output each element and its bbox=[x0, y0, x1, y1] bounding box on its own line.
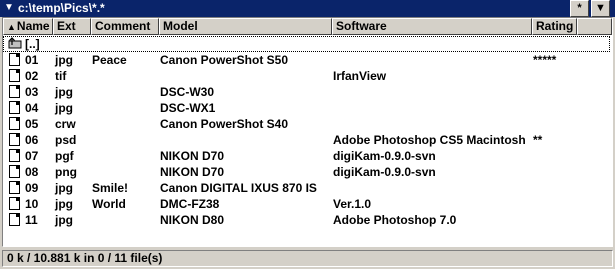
file-model: NIKON D70 bbox=[160, 165, 225, 179]
file-row[interactable]: 08 png NIKON D70 digiKam-0.9.0-svn bbox=[3, 164, 610, 180]
favorites-button[interactable]: * bbox=[570, 0, 589, 17]
file-row[interactable]: 11 jpg NIKON D80 Adobe Photoshop 7.0 bbox=[3, 212, 610, 228]
file-model: DSC-W30 bbox=[160, 85, 215, 99]
history-dropdown-button[interactable]: ▼ bbox=[591, 0, 610, 17]
file-row[interactable]: 03 jpg DSC-W30 bbox=[3, 84, 610, 100]
file-software: Adobe Photoshop 7.0 bbox=[333, 213, 457, 227]
file-row[interactable]: 10 jpg World DMC-FZ38 Ver.1.0 bbox=[3, 196, 610, 212]
file-ext: crw bbox=[55, 117, 76, 131]
column-header: ▲Name Ext Comment Model Software Rating bbox=[3, 18, 612, 35]
file-row[interactable]: 07 pgf NIKON D70 digiKam-0.9.0-svn bbox=[3, 148, 610, 164]
file-row[interactable]: 05 crw Canon PowerShot S40 bbox=[3, 116, 610, 132]
file-ext: jpg bbox=[55, 197, 73, 211]
file-icon bbox=[9, 69, 20, 82]
file-software: Adobe Photoshop CS5 Macintosh bbox=[333, 133, 526, 147]
file-row[interactable]: 06 psd Adobe Photoshop CS5 Macintosh ** bbox=[3, 132, 610, 148]
column-header-filler bbox=[577, 18, 612, 35]
file-row[interactable]: 02 tif IrfanView bbox=[3, 68, 610, 84]
file-name: 06 bbox=[25, 133, 39, 147]
file-icon bbox=[9, 165, 20, 178]
sort-up-arrow-icon: ▲ bbox=[7, 22, 16, 32]
column-header-model[interactable]: Model bbox=[159, 18, 332, 35]
file-software: digiKam-0.9.0-svn bbox=[333, 165, 436, 179]
file-name: 07 bbox=[25, 149, 39, 163]
file-rating: ** bbox=[533, 133, 543, 147]
path-titlebar: ▼ c:\temp\Pics\*.* * ▼ bbox=[0, 0, 615, 17]
file-model: NIKON D80 bbox=[160, 213, 225, 227]
file-software: Ver.1.0 bbox=[333, 197, 372, 211]
file-rating: ***** bbox=[533, 53, 557, 67]
file-name: 02 bbox=[25, 69, 39, 83]
file-ext: jpg bbox=[55, 213, 73, 227]
file-icon bbox=[9, 53, 20, 66]
column-header-ext[interactable]: Ext bbox=[53, 18, 91, 35]
column-header-software[interactable]: Software bbox=[332, 18, 532, 35]
path-dropdown-arrow-icon[interactable]: ▼ bbox=[4, 2, 14, 13]
parent-directory-row[interactable]: [..] bbox=[3, 36, 610, 52]
file-icon bbox=[9, 133, 20, 146]
file-software: digiKam-0.9.0-svn bbox=[333, 149, 436, 163]
file-icon bbox=[9, 101, 20, 114]
status-bar: 0 k / 10.881 k in 0 / 11 file(s) bbox=[2, 250, 613, 267]
file-name: 11 bbox=[25, 213, 38, 227]
file-model: Canon PowerShot S40 bbox=[160, 117, 289, 131]
parent-directory-label: [..] bbox=[25, 37, 40, 51]
file-name: 01 bbox=[25, 53, 39, 67]
file-comment: World bbox=[92, 197, 126, 211]
file-icon bbox=[9, 117, 20, 130]
file-row[interactable]: 09 jpg Smile! Canon DIGITAL IXUS 870 IS bbox=[3, 180, 610, 196]
file-comment: Smile! bbox=[92, 181, 129, 195]
file-name: 05 bbox=[25, 117, 39, 131]
file-ext: tif bbox=[55, 69, 67, 83]
parent-folder-icon bbox=[8, 37, 22, 49]
file-software: IrfanView bbox=[333, 69, 387, 83]
file-ext: jpg bbox=[55, 181, 73, 195]
file-ext: png bbox=[55, 165, 77, 179]
file-ext: jpg bbox=[55, 53, 73, 67]
file-row[interactable]: 04 jpg DSC-WX1 bbox=[3, 100, 610, 116]
file-name: 03 bbox=[25, 85, 39, 99]
file-ext: psd bbox=[55, 133, 77, 147]
file-name: 08 bbox=[25, 165, 39, 179]
file-ext: pgf bbox=[55, 149, 74, 163]
file-icon bbox=[9, 213, 20, 226]
file-icon bbox=[9, 149, 20, 162]
file-model: DSC-WX1 bbox=[160, 101, 216, 115]
file-model: NIKON D70 bbox=[160, 149, 225, 163]
file-ext: jpg bbox=[55, 85, 73, 99]
current-path[interactable]: c:\temp\Pics\*.* bbox=[18, 1, 105, 15]
file-icon bbox=[9, 197, 20, 210]
file-ext: jpg bbox=[55, 101, 73, 115]
file-model: Canon PowerShot S50 bbox=[160, 53, 289, 67]
file-model: Canon DIGITAL IXUS 870 IS bbox=[160, 181, 317, 195]
column-header-name[interactable]: ▲Name bbox=[3, 18, 53, 35]
file-list-pane[interactable]: ▲Name Ext Comment Model Software Rating … bbox=[2, 17, 613, 247]
file-model: DMC-FZ38 bbox=[160, 197, 220, 211]
file-icon bbox=[9, 181, 20, 194]
file-row[interactable]: 01 jpg Peace Canon PowerShot S50 ***** bbox=[3, 52, 610, 68]
column-header-comment[interactable]: Comment bbox=[91, 18, 159, 35]
file-comment: Peace bbox=[92, 53, 127, 67]
file-name: 10 bbox=[25, 197, 39, 211]
file-name: 09 bbox=[25, 181, 39, 195]
column-header-rating[interactable]: Rating bbox=[532, 18, 577, 35]
file-name: 04 bbox=[25, 101, 39, 115]
file-icon bbox=[9, 85, 20, 98]
